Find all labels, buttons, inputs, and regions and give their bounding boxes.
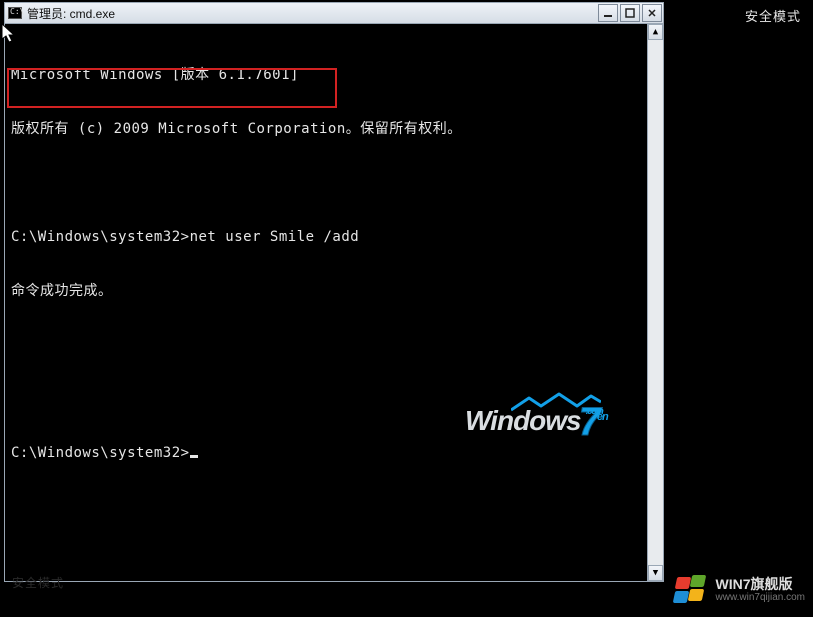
site-badge: WIN7旗舰版 www.win7qijian.com xyxy=(674,575,805,605)
terminal-client-area[interactable]: Microsoft Windows [版本 6.1.7601] 版权所有 (c)… xyxy=(5,24,663,581)
scroll-track[interactable] xyxy=(648,40,663,565)
window-controls xyxy=(597,3,663,23)
scroll-up-button[interactable]: ▲ xyxy=(648,24,663,40)
minimize-button[interactable] xyxy=(598,4,618,22)
maximize-icon xyxy=(625,8,635,18)
titlebar[interactable]: C:\ 管理员: cmd.exe xyxy=(5,2,663,24)
terminal-line xyxy=(11,336,645,354)
cmd-window: C:\ 管理员: cmd.exe Microsoft Windows [版本 6… xyxy=(4,2,664,582)
cmd-icon: C:\ xyxy=(8,7,22,19)
safe-mode-label: 安全模式 xyxy=(745,6,801,25)
badge-title: WIN7旗舰版 xyxy=(716,577,805,592)
scroll-down-button[interactable]: ▼ xyxy=(648,565,663,581)
terminal-line xyxy=(11,174,645,192)
minimize-icon xyxy=(603,8,613,18)
vertical-scrollbar[interactable]: ▲ ▼ xyxy=(647,24,663,581)
badge-subtitle: www.win7qijian.com xyxy=(716,592,805,603)
windows-flag-icon xyxy=(674,575,708,605)
maximize-button[interactable] xyxy=(620,4,640,22)
terminal-content: Microsoft Windows [版本 6.1.7601] 版权所有 (c)… xyxy=(11,30,645,498)
window-title: 管理员: cmd.exe xyxy=(25,5,597,22)
terminal-line: 版权所有 (c) 2009 Microsoft Corporation。保留所有… xyxy=(11,120,645,138)
close-icon xyxy=(647,8,657,18)
terminal-line: 命令成功完成。 xyxy=(11,282,645,300)
terminal-prompt-text: C:\Windows\system32> xyxy=(11,445,190,461)
app-icon[interactable]: C:\ xyxy=(5,7,25,19)
terminal-line xyxy=(11,390,645,408)
terminal-cursor xyxy=(190,455,198,458)
terminal-line: C:\Windows\system32>net user Smile /add xyxy=(11,228,645,246)
bottom-left-faint-label: 安全模式 xyxy=(12,574,64,591)
terminal-line: Microsoft Windows [版本 6.1.7601] xyxy=(11,66,645,84)
terminal-prompt-line: C:\Windows\system32> xyxy=(11,444,645,462)
close-button[interactable] xyxy=(642,4,662,22)
